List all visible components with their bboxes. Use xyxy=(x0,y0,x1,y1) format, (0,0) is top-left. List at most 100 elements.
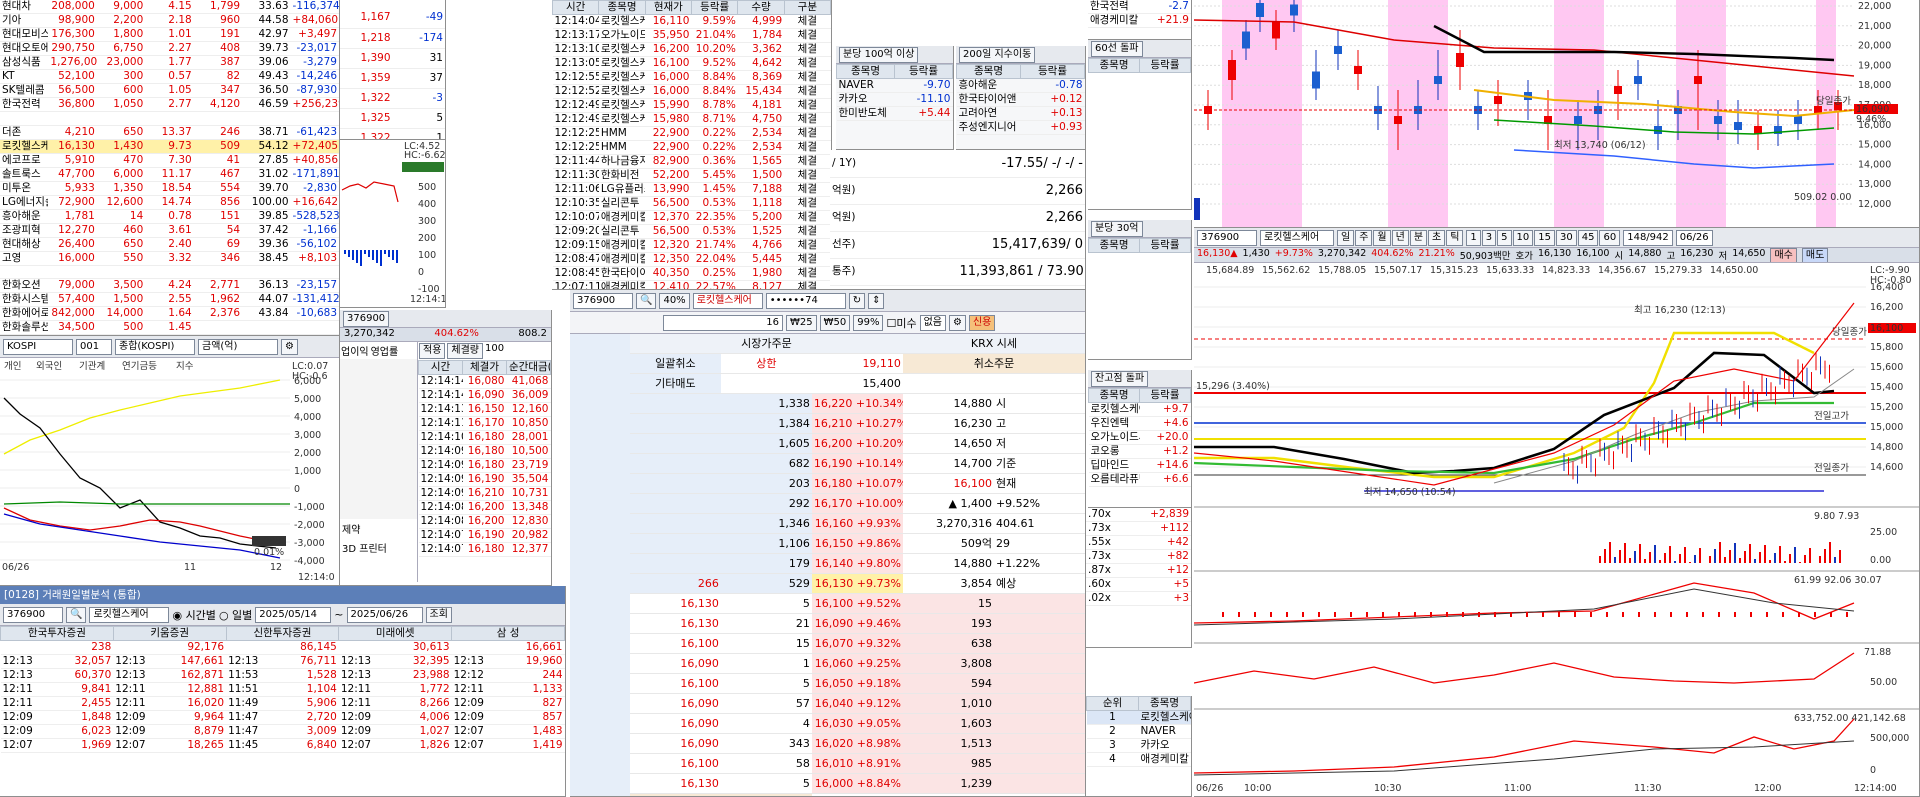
bid-price[interactable]: 16,040 +9.12% xyxy=(811,693,903,714)
list-row[interactable]: 고려아연 +0.13 xyxy=(956,106,1085,121)
ask-price[interactable]: 16,130 +9.73% xyxy=(811,573,903,594)
list-row[interactable]: .55x +42 xyxy=(1086,535,1191,551)
watchlist-row[interactable]: 한화솔루션 34,500 500 1.45 xyxy=(0,320,339,335)
bid-price[interactable]: 16,000 +8.84% xyxy=(811,773,903,794)
watchlist-row[interactable]: 한화오션 79,000 3,500 4.24 2,771 36.13 -23,157 xyxy=(0,278,339,294)
list-row[interactable]: 한국전력 -2.7 xyxy=(1088,0,1191,15)
credit-button[interactable]: 신용 xyxy=(968,314,996,331)
ask-price[interactable]: 16,170 +10.00% xyxy=(811,493,903,514)
date-to[interactable]: 2025/06/26 xyxy=(346,606,423,623)
broker-code[interactable]: 376900 xyxy=(3,606,63,623)
interval-button[interactable]: 45 xyxy=(1577,229,1599,246)
breakout60-title[interactable]: 60선 돌파 xyxy=(1091,40,1143,57)
bid-price[interactable]: 16,100 +9.52% xyxy=(811,593,903,614)
period-button[interactable]: 주 xyxy=(1355,229,1373,246)
tick-row[interactable]: 12:07:11 애경케미칼 12,410 22.57% 8,127 체결 xyxy=(552,280,831,289)
orderbook-row[interactable]: 시장가주문 KRX 시세 xyxy=(629,334,1085,354)
orderbook-row[interactable]: 1,106 16,150 +9.86% 509억 29 xyxy=(629,533,1085,554)
watchlist-row[interactable]: KT 52,100 300 0.57 82 49.43 -14,246 xyxy=(0,69,339,85)
list-row[interactable]: .87x +12 xyxy=(1086,563,1191,579)
list-row[interactable]: 딥마인드 +14.6 xyxy=(1088,458,1191,473)
search-icon[interactable]: 🔍 xyxy=(636,292,657,309)
orderbook-row[interactable]: 1,384 16,210 +10.27% 16,230 고 xyxy=(629,413,1085,434)
period-button[interactable]: 초 xyxy=(1428,229,1446,246)
period-button[interactable]: 틱 xyxy=(1446,229,1464,246)
updown-icon[interactable]: ⇕ xyxy=(868,292,885,309)
list-row[interactable]: 코오롱 +1.2 xyxy=(1088,444,1191,459)
rank-row[interactable]: 3 카카오 xyxy=(1086,738,1191,753)
qty-50-button[interactable]: ₩50 xyxy=(819,314,851,331)
order-qty[interactable]: 16 xyxy=(663,314,783,331)
orderbook-row[interactable]: 179 16,140 +9.80% 14,880 +1.22% xyxy=(629,553,1085,574)
ask-price[interactable]: 16,140 +9.80% xyxy=(811,553,903,574)
list-row[interactable]: 한미반도체 +5.44 xyxy=(836,106,953,121)
watchlist-row[interactable]: 에코프로 5,910 470 7.30 41 27.85 +40,856 xyxy=(0,153,339,168)
refresh-icon[interactable]: ↻ xyxy=(848,292,866,309)
tick-row[interactable]: 12:11:44하나금융지주82,9000.36%1,565체결 xyxy=(552,154,831,169)
list-row[interactable]: .02x +3 xyxy=(1086,591,1191,607)
ask-price[interactable]: 16,160 +9.93% xyxy=(811,513,903,534)
watchlist-row[interactable]: 미투온 5,933 1,350 18.54 554 39.70 -2,830 xyxy=(0,181,339,196)
ask-price[interactable]: 16,220 +10.34% xyxy=(811,393,903,414)
index-code[interactable]: 001 xyxy=(76,338,112,355)
unit-select[interactable]: 금액(억) xyxy=(198,338,278,355)
watchlist-row[interactable]: 조광피혁 12,270 460 3.61 54 37.42 -1,166 xyxy=(0,223,339,238)
order-name[interactable]: 로킷헬스케어 xyxy=(692,292,763,309)
trades-code[interactable]: 376900 xyxy=(343,310,390,327)
tick-row[interactable]: 12:09:15 애경케미칼 12,320 21.74% 4,766 체결 xyxy=(552,238,831,253)
tick-row[interactable]: 12:13:17오가노이드사35,95021.04%1,784체결 xyxy=(552,28,831,43)
interval-button[interactable]: 10 xyxy=(1512,229,1534,246)
tick-row[interactable]: 12:13:05로킷헬스케어16,1009.52%4,642체결 xyxy=(552,56,831,71)
period-button[interactable]: 년 xyxy=(1391,229,1409,246)
misu-checkbox[interactable]: ☐미수 xyxy=(886,315,916,331)
orderbook-row[interactable]: 16,090 4 16,030 +9.05% 1,603 xyxy=(629,713,1085,734)
cond-bottom-1[interactable]: 3D 프린터 xyxy=(340,538,417,557)
tick-row[interactable]: 12:08:47 애경케미칼 12,350 22.04% 5,445 체결 xyxy=(552,252,831,267)
watchlist-row[interactable]: 솔트룩스 47,700 6,000 11.17 467 31.02 -171,891 xyxy=(0,167,339,182)
watchlist-row[interactable]: 한화에어로스페이스842,00014,0001.642,37643.84-10,… xyxy=(0,306,339,322)
chart-name[interactable]: 로킷헬스케어 xyxy=(1260,229,1334,246)
search-icon[interactable]: 🔍 xyxy=(66,606,87,623)
orderbook-row[interactable]: 1,605 16,200 +10.20% 14,650 저 xyxy=(629,433,1085,454)
tick-row[interactable]: 12:12:49로킷헬스케어15,9808.71%4,750체결 xyxy=(552,112,831,127)
chart-count[interactable]: 148/942 xyxy=(1623,229,1673,246)
chart-code[interactable]: 376900 xyxy=(1197,229,1257,246)
orderbook-row[interactable]: 취소주문15,190기타매수 xyxy=(629,793,1085,796)
interval-button[interactable]: 30 xyxy=(1556,229,1577,246)
period-button[interactable]: 일 xyxy=(1337,229,1355,246)
ask-price[interactable]: 16,150 +9.86% xyxy=(811,533,903,554)
interval-button[interactable]: 5 xyxy=(1497,229,1512,246)
bid-price[interactable]: 16,060 +9.25% xyxy=(811,653,903,674)
tick-row[interactable]: 12:08:45 한국타이어 40,350 0.25% 1,980 체결 xyxy=(552,266,831,281)
bid-price[interactable]: 16,050 +9.18% xyxy=(811,673,903,694)
tick-row[interactable]: 12:11:06LG유플러스13,9901.45%7,188체결 xyxy=(552,182,831,197)
list-row[interactable]: NAVER -9.70 xyxy=(836,78,953,93)
chart-date[interactable]: 06/26 xyxy=(1675,229,1713,246)
settings-icon[interactable]: ⚙ xyxy=(281,338,298,355)
list-row[interactable]: 오름테라퓨틱+6.6 xyxy=(1088,472,1191,487)
orderbook-row[interactable]: 16,130 5 16,100 +9.52% 15 xyxy=(629,593,1085,614)
list-row[interactable]: 흥아해운 -0.78 xyxy=(956,78,1085,93)
bid-price[interactable]: 16,010 +8.91% xyxy=(811,753,903,774)
watchlist-row[interactable]: 고영 16,000 550 3.32 346 38.45 +8,103 xyxy=(0,251,339,266)
ask-price[interactable]: 16,200 +10.20% xyxy=(811,433,903,454)
list-row[interactable]: .73x +82 xyxy=(1086,549,1191,565)
cond-list-a1[interactable]: 영업률 xyxy=(371,343,399,358)
rank-row[interactable]: 1로킷헬스케어 xyxy=(1086,710,1191,725)
interval-button[interactable]: 15 xyxy=(1534,229,1556,246)
rank-row[interactable]: 2 NAVER xyxy=(1086,724,1191,739)
interval-button[interactable]: 1 xyxy=(1466,229,1481,246)
tick-row[interactable]: 12:09:20 실리콘투 56,500 0.53% 1,525 체결 xyxy=(552,224,831,239)
bid-price[interactable]: 16,090 +9.46% xyxy=(811,613,903,634)
tick-row[interactable]: 12:12:49로킷헬스케어15,9908.78%4,181체결 xyxy=(552,98,831,113)
password-field[interactable]: ••••••74 xyxy=(765,292,846,309)
breakout30-title[interactable]: 분당 30억 xyxy=(1091,220,1143,237)
interval-button[interactable]: 3 xyxy=(1481,229,1497,246)
watchlist-row[interactable]: 현대차 208,000 9,000 4.15 1,799 33.63 -116,374 xyxy=(0,0,339,15)
ask-price[interactable]: 16,180 +10.07% xyxy=(811,473,903,494)
bid-price[interactable]: 16,070 +9.32% xyxy=(811,633,903,654)
watchlist-row[interactable]: 현대오토에버290,7506,7502.2740839.73-23,017 xyxy=(0,41,339,57)
ask-price[interactable]: 16,190 +10.14% xyxy=(811,453,903,474)
market-select[interactable]: KOSPI xyxy=(3,338,73,355)
vol-break-title[interactable]: 잔고점 돌파 xyxy=(1091,370,1149,387)
